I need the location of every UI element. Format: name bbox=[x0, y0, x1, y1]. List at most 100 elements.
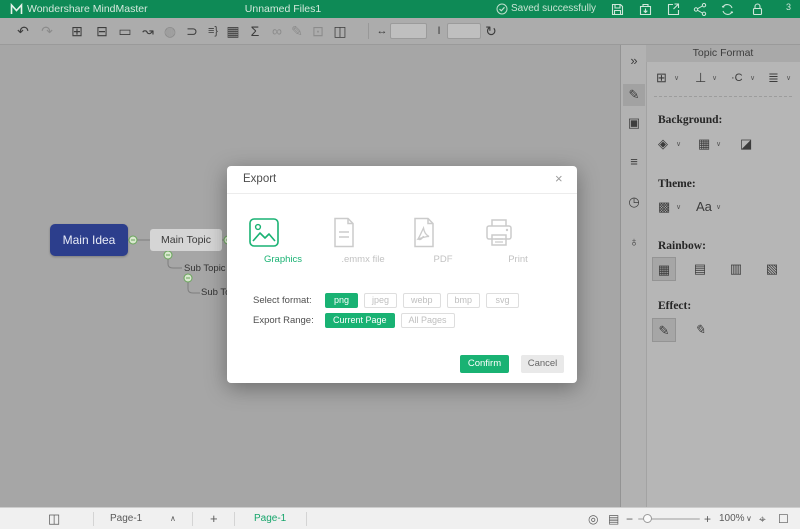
hyperlink-icon[interactable]: ∞ bbox=[266, 21, 288, 41]
numbering-icon[interactable]: ≣ bbox=[768, 70, 779, 86]
presentation-mode-icon[interactable]: ◫ bbox=[48, 508, 60, 529]
background-image-lock-icon[interactable]: ◪ bbox=[740, 136, 752, 152]
collapse-panel-icon[interactable]: » bbox=[623, 50, 645, 72]
lock-icon[interactable] bbox=[750, 2, 765, 17]
range-all-pages-button[interactable]: All Pages bbox=[401, 313, 455, 328]
view-normal-icon[interactable]: ◎ bbox=[588, 508, 598, 529]
layout-icon[interactable]: ⊥ bbox=[695, 70, 706, 86]
theme-font-caret-icon[interactable]: ∨ bbox=[716, 203, 721, 213]
export-option-pdf[interactable]: PDF bbox=[408, 216, 478, 265]
effect-label: Effect: bbox=[658, 300, 691, 312]
background-image-caret-icon[interactable]: ∨ bbox=[716, 140, 721, 150]
floating-topic-icon[interactable]: ▭ bbox=[114, 21, 136, 41]
panel-divider bbox=[654, 96, 792, 97]
notification-badge[interactable]: 3 bbox=[786, 2, 791, 12]
dialog-header-divider bbox=[227, 193, 577, 194]
view-card-icon[interactable]: ▤ bbox=[608, 508, 619, 529]
format-png-button[interactable]: png bbox=[325, 293, 358, 308]
theme-caret-icon[interactable]: ∨ bbox=[676, 203, 681, 213]
export-file-icon[interactable] bbox=[666, 2, 681, 17]
theme-style-icon[interactable]: ▩ bbox=[658, 199, 670, 215]
export-option-graphics[interactable]: Graphics bbox=[248, 216, 318, 265]
cancel-button[interactable]: Cancel bbox=[521, 355, 564, 373]
topic-shape-caret-icon[interactable]: ∨ bbox=[674, 74, 679, 84]
mindmap-node-main-idea[interactable]: Main Idea bbox=[50, 224, 128, 256]
locate-center-icon[interactable]: ⌖ bbox=[759, 508, 766, 529]
background-image-icon[interactable]: ▦ bbox=[698, 136, 710, 152]
annotate-pen-icon[interactable]: ✎ bbox=[286, 21, 308, 41]
topic-shape-icon[interactable]: ⊞ bbox=[656, 70, 667, 86]
main-toolbar: ↶ ↷ ⊞ ⊟ ▭ ↝ ◍ ⊃ ≡} ▦ Σ ∞ ✎ ⊡ ◫ ↔ I ↻ bbox=[0, 18, 800, 45]
export-option-label: Graphics bbox=[248, 254, 318, 265]
outline-list-icon[interactable]: ≡ bbox=[623, 151, 645, 173]
rainbow-style-1[interactable]: ▦ bbox=[652, 257, 676, 281]
saved-check-icon bbox=[496, 3, 508, 15]
format-brush-icon[interactable]: ✎ bbox=[623, 84, 645, 106]
add-page-button[interactable]: + bbox=[210, 508, 218, 529]
zoom-out-button[interactable]: − bbox=[626, 508, 633, 529]
connector-caret-icon[interactable]: ∨ bbox=[750, 74, 755, 84]
theme-font-icon[interactable]: Aa bbox=[696, 199, 712, 215]
format-bmp-button[interactable]: bmp bbox=[447, 293, 481, 308]
effect-pen-icon[interactable]: ✎ bbox=[688, 318, 712, 342]
confirm-button[interactable]: Confirm bbox=[460, 355, 509, 373]
background-label: Background: bbox=[658, 114, 722, 126]
zoom-level[interactable]: 100% bbox=[719, 508, 745, 529]
export-option-emmx[interactable]: .emmx file bbox=[328, 216, 398, 265]
save-as-icon[interactable] bbox=[638, 2, 653, 17]
format-label: Select format: bbox=[253, 295, 319, 306]
zoom-in-button[interactable]: + bbox=[704, 508, 711, 529]
saved-status: Saved successfully bbox=[511, 0, 596, 18]
page-dropdown-caret-icon[interactable]: ∧ bbox=[170, 508, 176, 529]
share-nodes-icon[interactable] bbox=[693, 2, 708, 17]
layout-caret-icon[interactable]: ∨ bbox=[712, 74, 717, 84]
page-tab-active[interactable]: Page-1 bbox=[254, 508, 286, 529]
insert-image-icon[interactable]: ▦ bbox=[222, 21, 244, 41]
comment-icon[interactable]: ⊡ bbox=[307, 21, 329, 41]
sync-icon[interactable] bbox=[720, 2, 735, 17]
right-rail: » ✎ ▣ ≡ ◷ ♁ bbox=[620, 45, 646, 507]
dialog-title: Export bbox=[243, 166, 276, 193]
outline-view-icon[interactable]: ◫ bbox=[329, 21, 351, 41]
line-height-input[interactable] bbox=[447, 23, 481, 39]
numbering-caret-icon[interactable]: ∨ bbox=[786, 74, 791, 84]
export-option-label: .emmx file bbox=[328, 254, 398, 265]
mindmap-node-sub-topic-1[interactable]: Sub Topic bbox=[184, 263, 226, 274]
export-dialog: Export × Graphics .emmx file PDF bbox=[227, 166, 577, 383]
insert-topic-icon[interactable]: ⊞ bbox=[66, 21, 88, 41]
clipart-icon[interactable]: ▣ bbox=[623, 112, 645, 134]
rainbow-style-2[interactable]: ▤ bbox=[688, 257, 712, 281]
callout-icon[interactable]: ◍ bbox=[159, 21, 181, 41]
topic-width-input[interactable] bbox=[390, 23, 427, 39]
rainbow-style-3[interactable]: ▥ bbox=[724, 257, 748, 281]
connector-style-icon[interactable]: ·C bbox=[731, 70, 743, 86]
redo-icon[interactable]: ↷ bbox=[36, 21, 58, 41]
range-current-page-button[interactable]: Current Page bbox=[325, 313, 395, 328]
fill-caret-icon[interactable]: ∨ bbox=[676, 140, 681, 150]
insert-subtopic-icon[interactable]: ⊟ bbox=[91, 21, 113, 41]
refresh-icon[interactable]: ↻ bbox=[480, 21, 502, 41]
boundary-icon[interactable]: ⊃ bbox=[181, 21, 203, 41]
relationship-icon[interactable]: ↝ bbox=[137, 21, 159, 41]
mindmap-node-main-topic[interactable]: Main Topic bbox=[150, 229, 222, 251]
dialog-close-icon[interactable]: × bbox=[555, 172, 563, 186]
zoom-slider-handle[interactable] bbox=[643, 514, 652, 523]
formula-icon[interactable]: Σ bbox=[244, 21, 266, 41]
app-logo-icon bbox=[10, 3, 23, 16]
fullscreen-icon[interactable]: ☐ bbox=[778, 508, 789, 529]
effect-hand-drawn-icon[interactable]: ✎ bbox=[652, 318, 676, 342]
export-option-print[interactable]: Print bbox=[483, 216, 553, 265]
history-icon[interactable]: ◷ bbox=[623, 191, 645, 213]
format-svg-button[interactable]: svg bbox=[486, 293, 519, 308]
statusbar-divider bbox=[234, 512, 235, 526]
idea-lightbulb-icon[interactable]: ♁ bbox=[623, 231, 645, 253]
zoom-caret-icon[interactable]: ∨ bbox=[746, 508, 752, 529]
format-webp-button[interactable]: webp bbox=[403, 293, 441, 308]
rainbow-style-4[interactable]: ▧ bbox=[760, 257, 784, 281]
undo-icon[interactable]: ↶ bbox=[12, 21, 34, 41]
fill-color-icon[interactable]: ◈ bbox=[658, 136, 668, 152]
summary-icon[interactable]: ≡} bbox=[202, 21, 224, 41]
page-dropdown[interactable]: Page-1 bbox=[110, 508, 142, 529]
format-jpeg-button[interactable]: jpeg bbox=[364, 293, 397, 308]
save-icon[interactable] bbox=[610, 2, 625, 17]
